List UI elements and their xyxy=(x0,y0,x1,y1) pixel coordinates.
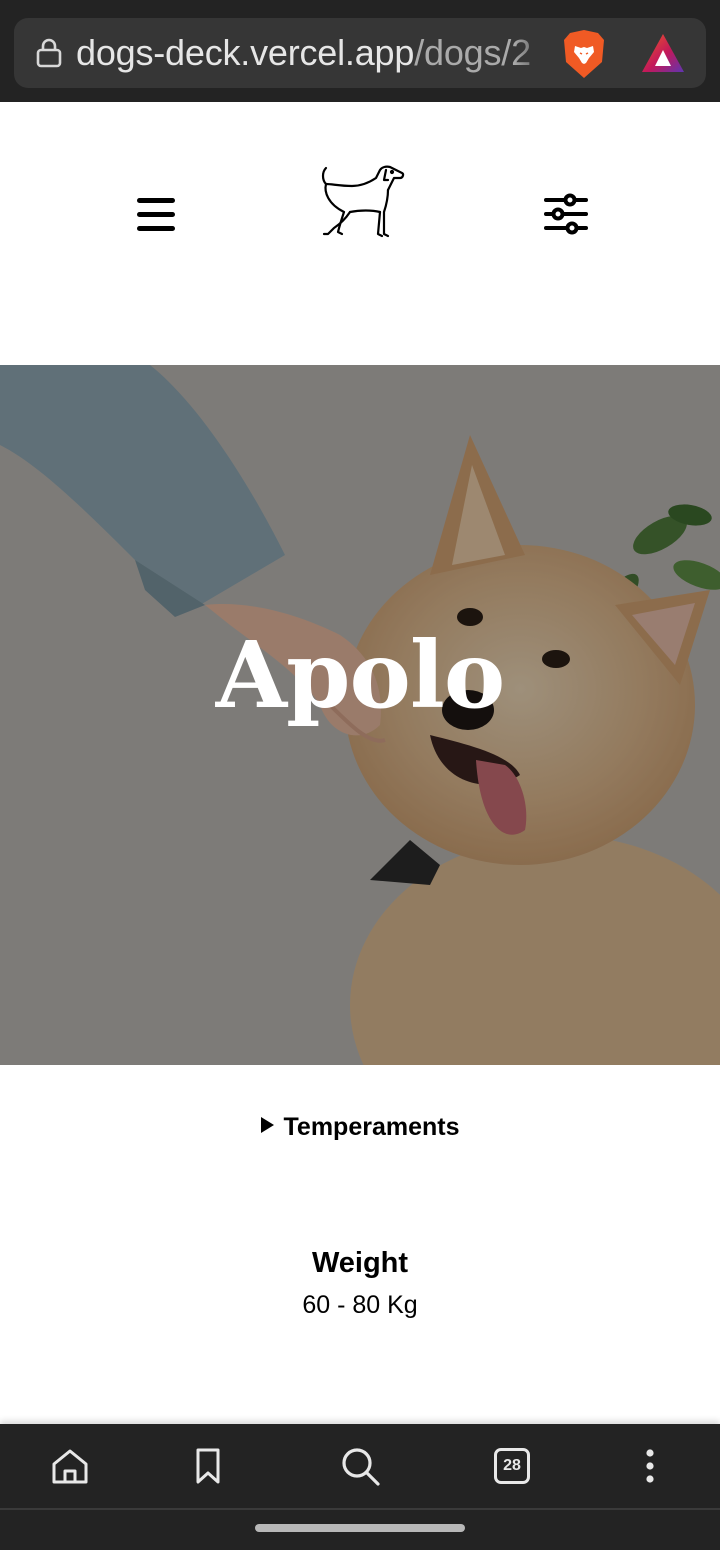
bookmark-icon[interactable] xyxy=(186,1444,230,1488)
temperaments-toggle[interactable]: Temperaments xyxy=(0,1113,720,1142)
gesture-home-indicator[interactable] xyxy=(255,1524,465,1532)
more-icon[interactable] xyxy=(628,1444,672,1488)
hamburger-menu-icon[interactable] xyxy=(130,192,182,238)
address-bar[interactable]: dogs-deck.vercel.app/dogs/2 xyxy=(14,18,706,88)
url-fade xyxy=(514,28,554,78)
weight-heading: Weight xyxy=(311,1247,409,1279)
home-icon[interactable] xyxy=(48,1444,92,1488)
brave-shield-icon[interactable] xyxy=(556,26,612,82)
temperaments-label: Temperaments xyxy=(283,1113,460,1141)
disclosure-triangle-icon xyxy=(260,1117,274,1133)
dog-details: Temperaments Weight 60 - 80 Kg xyxy=(0,1065,720,1425)
url-text[interactable]: dogs-deck.vercel.app/dogs/2 xyxy=(76,32,552,74)
url-host: dogs-deck.vercel.app xyxy=(76,32,415,73)
dog-name-title: Apolo xyxy=(215,621,505,729)
filter-sliders-icon[interactable] xyxy=(540,192,592,238)
weight-value: 60 - 80 Kg xyxy=(302,1291,418,1319)
brave-rewards-icon[interactable] xyxy=(640,32,686,76)
browser-top-bar: dogs-deck.vercel.app/dogs/2 xyxy=(0,0,720,102)
bottom-bar-divider xyxy=(0,1508,720,1510)
search-icon[interactable] xyxy=(338,1444,382,1488)
tab-count: 28 xyxy=(503,1457,521,1474)
dog-logo-icon[interactable] xyxy=(310,162,410,242)
dog-hero-image: Apolo xyxy=(0,365,720,1065)
site-header xyxy=(0,102,720,365)
lock-icon xyxy=(36,38,62,68)
browser-bottom-bar: 28 xyxy=(0,1424,720,1550)
tabs-icon[interactable]: 28 xyxy=(494,1448,530,1484)
